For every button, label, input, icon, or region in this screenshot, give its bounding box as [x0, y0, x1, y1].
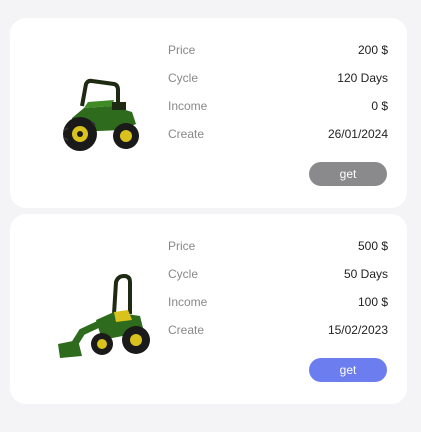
detail-row-income: Income 100 $	[168, 292, 388, 320]
product-card: Price 200 $ Cycle 120 Days Income 0 $ Cr…	[10, 18, 407, 208]
price-value: 200 $	[357, 43, 388, 57]
detail-row-price: Price 200 $	[168, 40, 388, 68]
detail-row-cycle: Cycle 120 Days	[168, 68, 388, 96]
product-details: Price 500 $ Cycle 50 Days Income 100 $ C…	[168, 236, 388, 348]
create-value: 15/02/2023	[327, 323, 388, 337]
detail-row-cycle: Cycle 50 Days	[168, 264, 388, 292]
product-details: Price 200 $ Cycle 120 Days Income 0 $ Cr…	[168, 40, 388, 152]
income-label: Income	[168, 295, 208, 309]
get-button[interactable]: get	[309, 162, 387, 186]
detail-row-price: Price 500 $	[168, 236, 388, 264]
detail-row-income: Income 0 $	[168, 96, 388, 124]
get-button[interactable]: get	[309, 358, 387, 382]
create-label: Create	[168, 127, 205, 141]
detail-row-create: Create 26/01/2024	[168, 124, 388, 152]
income-value: 0 $	[371, 99, 388, 113]
tractor-icon	[52, 66, 152, 166]
price-value: 500 $	[357, 239, 388, 253]
cycle-value: 120 Days	[337, 71, 388, 85]
income-label: Income	[168, 99, 208, 113]
cycle-value: 50 Days	[343, 267, 388, 281]
income-value: 100 $	[357, 295, 388, 309]
product-list: Price 200 $ Cycle 120 Days Income 0 $ Cr…	[0, 0, 421, 432]
detail-row-create: Create 15/02/2023	[168, 320, 388, 348]
price-label: Price	[168, 43, 196, 57]
cycle-label: Cycle	[168, 267, 199, 281]
cycle-label: Cycle	[168, 71, 199, 85]
product-card: Price 500 $ Cycle 50 Days Income 100 $ C…	[10, 214, 407, 404]
price-label: Price	[168, 239, 196, 253]
tractor-loader-icon	[52, 262, 152, 362]
create-label: Create	[168, 323, 205, 337]
create-value: 26/01/2024	[327, 127, 388, 141]
